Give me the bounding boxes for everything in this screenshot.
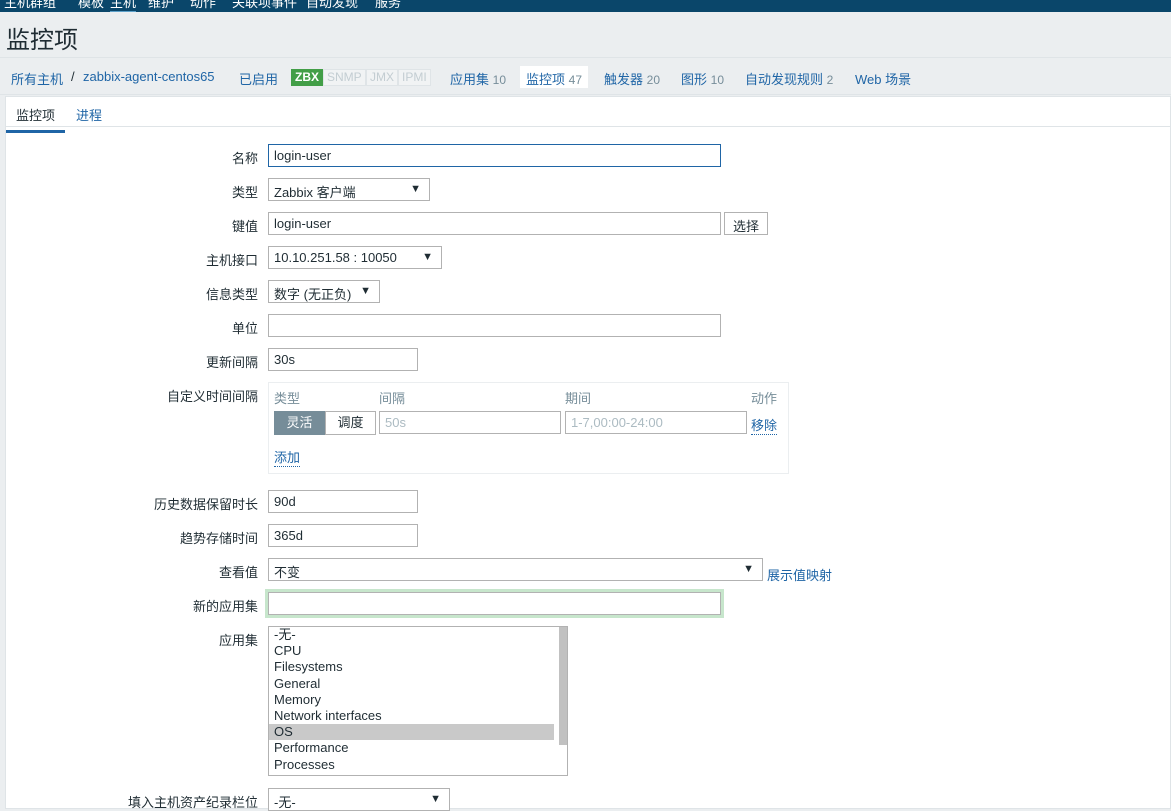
zbx-badge: ZBX [291,69,323,86]
inventory-select[interactable]: -无- [268,788,450,811]
period-input[interactable]: 1-7,00:00-24:00 [565,411,747,434]
list-item[interactable]: -无- [269,627,554,643]
items-link[interactable]: 监控项 47 [520,66,588,88]
menu-item[interactable]: 维护 [148,0,174,11]
host-link[interactable]: zabbix-agent-centos65 [83,69,215,84]
add-link[interactable]: 添加 [274,447,301,467]
info-type-select[interactable]: 数字 (无正负) [268,280,380,303]
type-label: 类型 [231,185,258,200]
list-item[interactable]: Filesystems [269,659,554,675]
status-badge[interactable]: 已启用 [239,69,278,88]
scheduling-toggle[interactable]: 调度 [325,411,376,435]
inventory-label: 填入主机资产纪录栏位 [127,795,258,810]
history-label: 历史数据保留时长 [153,497,258,512]
list-item[interactable]: Processes [269,757,554,773]
tab-item[interactable]: 监控项 [6,105,66,133]
flexible-toggle[interactable]: 灵活 [274,411,325,435]
interface-select[interactable]: 10.10.251.58 : 10050 [268,246,442,269]
breadcrumb-separator: / [71,69,75,84]
menu-item[interactable]: 动作 [190,0,216,11]
list-item[interactable]: CPU [269,643,554,659]
ipmi-badge: IPMI [398,69,431,86]
interval-input[interactable]: 50s [379,411,561,434]
list-item-selected[interactable]: OS [269,724,554,741]
applications-label: 应用集 [218,633,258,648]
applications-listbox[interactable]: -无- CPU Filesystems General Memory Netwo… [268,626,568,776]
col-interval: 间隔 [379,391,406,406]
menu-item[interactable]: 自动发现 [306,0,358,11]
key-label: 键值 [231,219,258,234]
tab-process[interactable]: 进程 [76,105,102,124]
new-application-label: 新的应用集 [192,599,258,614]
menu-item[interactable]: 服务 [375,0,401,11]
show-value-select[interactable]: 不变 [268,558,763,581]
applications-link[interactable]: 应用集 10 [450,69,506,88]
discovery-rules-link[interactable]: 自动发现规则 2 [745,69,833,88]
snmp-badge: SNMP [323,69,366,86]
key-input[interactable]: login-user [268,212,721,235]
col-period: 期间 [565,391,592,406]
jmx-badge: JMX [366,69,398,86]
menu-item[interactable]: 关联项事件 [232,0,297,11]
list-item[interactable]: Memory [269,692,554,708]
trends-label: 趋势存储时间 [179,531,258,546]
show-value-label: 查看值 [218,565,258,580]
update-label: 更新间隔 [205,355,258,370]
custom-intervals-table: 类型 间隔 期间 动作 灵活 调度 50s 1-7,00:00-24:00 移除… [268,382,789,474]
list-item[interactable]: Performance [269,740,554,756]
remove-link[interactable]: 移除 [751,415,778,435]
name-input[interactable]: login-user [268,144,721,167]
list-item[interactable]: Network interfaces [269,708,554,724]
trends-input[interactable]: 365d [268,524,418,547]
scrollbar[interactable] [559,627,567,745]
triggers-link[interactable]: 触发器 20 [604,69,660,88]
all-hosts-link[interactable]: 所有主机 [11,69,63,88]
top-menu: 主机群组 模板 主机 维护 动作 关联项事件 自动发现 服务 [0,0,1171,12]
menu-item[interactable]: 模板 [78,0,104,11]
units-input[interactable] [268,314,721,337]
units-label: 单位 [231,321,258,336]
interface-label: 主机接口 [205,253,258,268]
col-type: 类型 [274,391,301,406]
menu-item[interactable]: 主机群组 [4,0,56,11]
select-key-button[interactable]: 选择 [724,212,769,235]
host-navigation: 所有主机 / zabbix-agent-centos65 已启用 ZBX SNM… [0,57,1171,95]
history-input[interactable]: 90d [268,490,418,513]
custom-intervals-label: 自定义时间间隔 [166,389,258,404]
name-label: 名称 [231,151,258,166]
type-select[interactable]: Zabbix 客户端 [268,178,430,201]
update-interval-input[interactable]: 30s [268,348,418,371]
new-application-input[interactable] [268,592,721,615]
page-title: 监控项 [6,27,78,54]
col-action: 动作 [751,391,778,406]
web-scenarios-link[interactable]: Web 场景 [855,69,911,88]
graphs-link[interactable]: 图形 10 [681,69,724,88]
info-type-label: 信息类型 [205,287,258,302]
value-mapping-link[interactable]: 展示值映射 [767,565,832,584]
menu-item[interactable]: 主机 [110,0,137,12]
list-item[interactable]: General [269,676,554,692]
